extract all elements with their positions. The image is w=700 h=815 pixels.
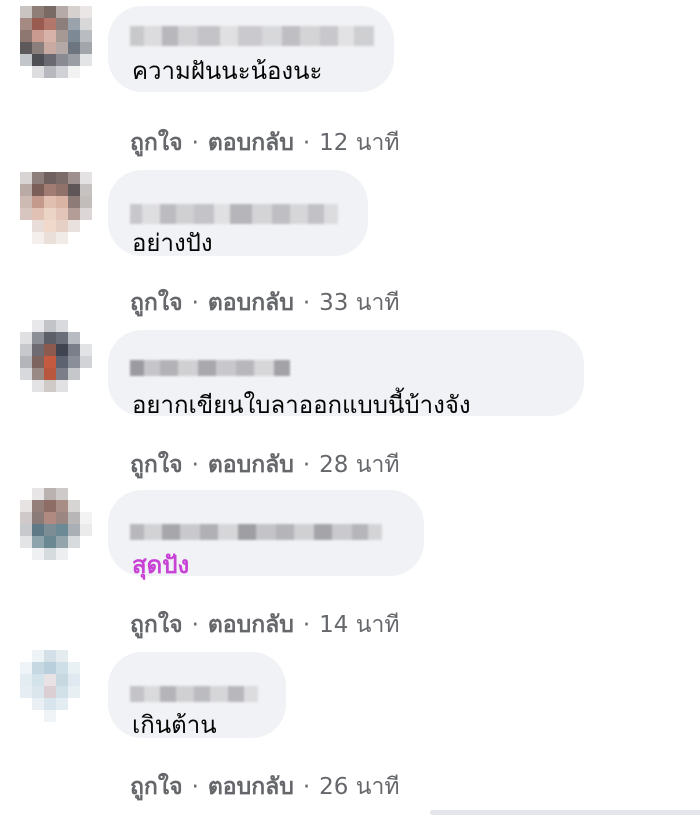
separator: · [191,774,199,800]
avatar[interactable] [20,650,92,722]
comment-bubble: สุดปัง [108,490,424,579]
comment-bubble: อยากเขียนใบลาออกแบบนี้บ้างจัง [108,330,584,419]
avatar[interactable] [20,488,92,560]
separator: · [302,612,311,638]
timestamp[interactable]: 14 นาที [319,610,399,640]
author-name-blurred[interactable] [130,26,374,46]
comment-actions: ถูกใจ · ตอบกลับ · 12 นาที [130,128,400,158]
timestamp[interactable]: 12 นาที [319,128,399,158]
comment-actions: ถูกใจ · ตอบกลับ · 14 นาที [130,610,400,640]
comment-text: อย่างปัง [132,229,213,257]
author-name-blurred[interactable] [130,360,290,376]
reply-button[interactable]: ตอบกลับ [208,128,294,158]
comment-text: อยากเขียนใบลาออกแบบนี้บ้างจัง [132,391,471,419]
next-item-edge [430,810,700,815]
comment-bubble: อย่างปัง [108,170,368,257]
author-name-blurred[interactable] [130,204,338,224]
like-button[interactable]: ถูกใจ [130,288,183,318]
timestamp[interactable]: 26 นาที [319,772,399,802]
like-button[interactable]: ถูกใจ [130,450,183,480]
comment-text-highlighted: สุดปัง [132,551,190,579]
author-name-blurred[interactable] [130,524,382,540]
author-name-blurred[interactable] [130,686,258,702]
reply-button[interactable]: ตอบกลับ [208,450,294,480]
comment-bubble: เกินต้าน [108,652,286,739]
timestamp[interactable]: 33 นาที [319,288,399,318]
comment-actions: ถูกใจ · ตอบกลับ · 28 นาที [130,450,400,480]
reply-button[interactable]: ตอบกลับ [208,610,294,640]
separator: · [191,290,199,316]
reply-button[interactable]: ตอบกลับ [208,288,294,318]
like-button[interactable]: ถูกใจ [130,128,183,158]
avatar[interactable] [20,6,92,78]
comment-actions: ถูกใจ · ตอบกลับ · 26 นาที [130,772,400,802]
comment-text: เกินต้าน [132,711,217,739]
comment-actions: ถูกใจ · ตอบกลับ · 33 นาที [130,288,400,318]
comment-text: ความฝันนะน้องนะ [132,57,323,85]
avatar[interactable] [20,172,92,244]
timestamp[interactable]: 28 นาที [319,450,399,480]
separator: · [302,774,311,800]
separator: · [302,452,311,478]
separator: · [191,452,199,478]
separator: · [302,130,311,156]
separator: · [191,612,199,638]
like-button[interactable]: ถูกใจ [130,610,183,640]
reply-button[interactable]: ตอบกลับ [208,772,294,802]
separator: · [302,290,311,316]
avatar[interactable] [20,320,92,392]
like-button[interactable]: ถูกใจ [130,772,183,802]
separator: · [191,130,199,156]
comment-bubble: ความฝันนะน้องนะ [108,6,394,92]
